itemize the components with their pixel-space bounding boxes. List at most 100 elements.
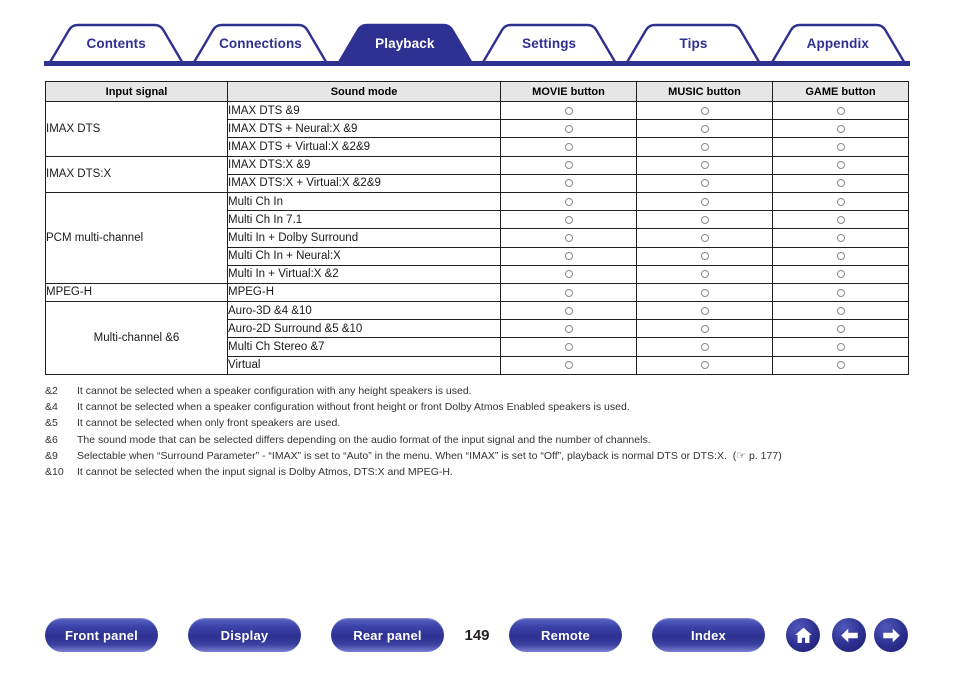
footnote-item: &6 The sound mode that can be selected di… <box>45 432 925 448</box>
circle-marker-icon <box>836 288 845 297</box>
tab-underline-rule <box>44 61 910 66</box>
circle-marker-icon <box>836 197 845 206</box>
sound-mode-cell: Auro-2D Surround &5 &10 <box>227 319 502 339</box>
circle-marker-icon <box>700 270 709 279</box>
table-row: IMAX DTS IMAX DTS &9 <box>44 100 910 157</box>
music-support-cell <box>636 301 774 321</box>
circle-marker-icon <box>836 215 845 224</box>
pointing-hand-icon: ☞ <box>736 449 747 462</box>
circle-marker-icon <box>700 215 709 224</box>
circle-marker-icon <box>700 306 709 315</box>
movie-support-cell <box>500 228 638 248</box>
circle-marker-icon <box>836 179 845 188</box>
circle-marker-icon <box>700 106 709 115</box>
music-support-cell <box>636 137 774 157</box>
sound-mode-table: Input signal Sound mode MOVIE button MUS… <box>44 81 910 375</box>
top-tab-navigation: Contents Connections Playback Settings Tips A… <box>44 20 910 66</box>
page-reference-link[interactable]: p. 177) <box>746 450 782 462</box>
circle-marker-icon <box>836 306 845 315</box>
tab-settings[interactable]: Settings <box>477 20 621 66</box>
sound-mode-cell: Multi In + Virtual:X &2 <box>227 264 502 284</box>
footnote-item: &4 It cannot be selected when a speaker c… <box>45 399 925 415</box>
col-header-input-signal: Input signal <box>44 81 229 102</box>
game-support-cell <box>772 337 910 357</box>
footnote-marker: &9 <box>45 449 58 462</box>
music-support-cell <box>636 100 774 121</box>
display-button[interactable]: Display <box>188 618 301 652</box>
music-support-cell <box>636 264 774 284</box>
back-arrow-button[interactable] <box>832 618 866 652</box>
circle-marker-icon <box>700 161 709 170</box>
footnote-list: &2 It cannot be selected when a speaker c… <box>45 383 925 480</box>
table-row: PCM multi-channel Multi Ch In <box>44 191 910 284</box>
music-support-cell <box>636 319 774 339</box>
circle-marker-icon <box>836 343 845 352</box>
circle-marker-icon <box>564 252 573 261</box>
circle-marker-icon <box>700 252 709 261</box>
sound-mode-cell: Multi Ch In <box>227 191 502 212</box>
table-header-row: Input signal Sound mode MOVIE button MUS… <box>44 81 910 102</box>
circle-marker-icon <box>564 197 573 206</box>
table-body: IMAX DTS IMAX DTS &9 IMAX DTS + Neural:X &… <box>44 100 910 375</box>
circle-marker-icon <box>836 234 845 242</box>
game-support-cell <box>772 301 910 321</box>
footnote-text: It cannot be selected when the input sig… <box>77 465 453 478</box>
input-signal-cell: PCM multi-channel <box>44 191 229 284</box>
tab-playback[interactable]: Playback <box>333 20 477 66</box>
footnote-marker: &6 <box>45 433 58 446</box>
music-support-cell <box>636 355 774 375</box>
forward-arrow-button[interactable] <box>874 618 908 652</box>
sound-mode-table-wrap: Input signal Sound mode MOVIE button MUS… <box>44 81 910 375</box>
footnote-marker: &10 <box>45 465 64 478</box>
game-support-cell <box>772 173 910 193</box>
table-row: Multi-channel &6 Auro-3D &4 &10 <box>44 301 910 375</box>
circle-marker-icon <box>700 343 709 352</box>
movie-support-cell <box>500 137 638 157</box>
tab-label: Playback <box>375 35 435 51</box>
remote-button[interactable]: Remote <box>509 618 622 652</box>
tab-list: Contents Connections Playback Settings Tips A… <box>44 20 910 66</box>
circle-marker-icon <box>700 361 709 370</box>
footnote-marker: &5 <box>45 417 58 430</box>
footnote-marker: &4 <box>45 401 58 414</box>
circle-marker-icon <box>836 361 845 370</box>
circle-marker-icon <box>564 343 573 352</box>
circle-marker-icon <box>700 179 709 188</box>
front-panel-button-label: Front panel <box>65 627 138 643</box>
tab-tips[interactable]: Tips <box>621 20 765 66</box>
footnote-text: It cannot be selected when a speaker con… <box>77 385 472 397</box>
circle-marker-icon <box>564 215 573 224</box>
movie-support-cell <box>500 282 638 303</box>
circle-marker-icon <box>564 179 573 188</box>
game-support-cell <box>772 319 910 339</box>
music-support-cell <box>636 246 774 266</box>
sound-mode-cell: IMAX DTS + Neural:X &9 <box>227 119 502 139</box>
circle-marker-icon <box>564 288 573 297</box>
circle-marker-icon <box>564 270 573 279</box>
sound-mode-cell: Multi Ch Stereo &7 <box>227 337 502 357</box>
rear-panel-button[interactable]: Rear panel <box>331 618 444 652</box>
rear-panel-button-label: Rear panel <box>353 627 422 643</box>
index-button[interactable]: Index <box>652 618 765 652</box>
movie-support-cell <box>500 173 638 193</box>
tab-appendix[interactable]: Appendix <box>766 20 910 66</box>
footnote-text: It cannot be selected when only front sp… <box>77 417 341 430</box>
table-row: MPEG-H MPEG-H <box>44 282 910 303</box>
tab-contents[interactable]: Contents <box>44 20 188 66</box>
front-panel-button[interactable]: Front panel <box>45 618 158 652</box>
footnote-item: &10 It cannot be selected when the input … <box>45 464 925 480</box>
circle-marker-icon <box>564 161 573 170</box>
home-icon-button[interactable] <box>786 618 820 652</box>
footnote-item: &5 It cannot be selected when only front … <box>45 415 925 431</box>
table-head: Input signal Sound mode MOVIE button MUS… <box>44 81 910 102</box>
circle-marker-icon <box>564 106 573 115</box>
movie-support-cell <box>500 355 638 375</box>
table-row: IMAX DTS:X IMAX DTS:X &9 <box>44 155 910 193</box>
circle-marker-icon <box>700 324 709 333</box>
music-support-cell <box>636 228 774 248</box>
input-signal-cell: MPEG-H <box>44 282 229 303</box>
tab-label: Contents <box>86 35 146 51</box>
tab-connections[interactable]: Connections <box>188 20 332 66</box>
footnote-text: It cannot be selected when a speaker con… <box>77 401 630 414</box>
index-button-label: Index <box>691 627 726 643</box>
